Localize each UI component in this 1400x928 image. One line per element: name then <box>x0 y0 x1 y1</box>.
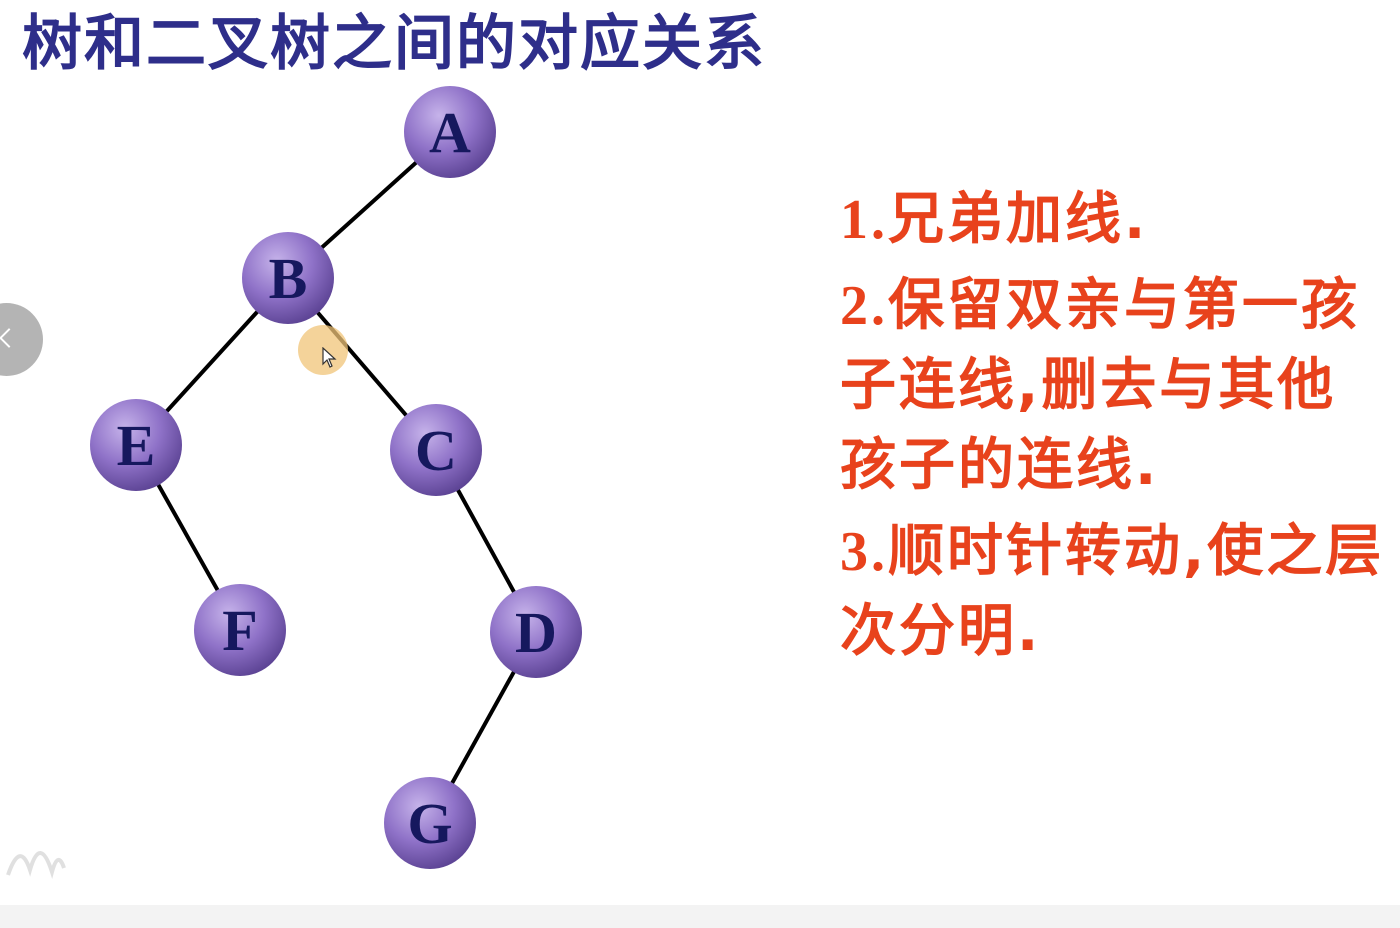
tree-node-g: G <box>384 777 476 869</box>
step-1: 1.兄弟加线. <box>840 180 1390 260</box>
slide: 树和二叉树之间的对应关系 ABECFDG 1.兄弟加线. 2.保留双亲与第一孩子… <box>0 0 1400 905</box>
tree-edges <box>134 130 538 824</box>
tree-node-e: E <box>90 399 182 491</box>
step-text: 兄弟加线. <box>888 187 1149 252</box>
watermark-logo-icon <box>6 851 66 879</box>
tree-node-f: F <box>194 584 286 676</box>
tree-node-c: C <box>390 404 482 496</box>
steps-list: 1.兄弟加线. 2.保留双亲与第一孩子连线,删去与其他孩子的连线. 3.顺时针转… <box>840 180 1390 678</box>
step-number: 2. <box>840 275 888 337</box>
tree-node-b: B <box>242 232 334 324</box>
binary-tree-diagram: A B E C F D G <box>90 86 582 869</box>
tree-nodes: A B E C F D G <box>90 86 582 869</box>
tree-node-label: C <box>415 418 457 483</box>
step-number: 1. <box>840 189 888 251</box>
tree-node-label: B <box>269 246 308 311</box>
tree-node-a: A <box>404 86 496 178</box>
tree-node-label: F <box>222 598 257 663</box>
tree-node-d: D <box>490 586 582 678</box>
bottom-bar <box>0 905 1400 928</box>
chevron-left-icon <box>0 328 19 348</box>
step-3: 3.顺时针转动,使之层次分明. <box>840 512 1390 672</box>
mouse-cursor-icon <box>322 347 337 368</box>
step-2: 2.保留双亲与第一孩子连线,删去与其他孩子的连线. <box>840 266 1390 506</box>
tree-node-label: E <box>117 413 156 478</box>
tree-node-label: A <box>429 100 471 165</box>
step-text: 保留双亲与第一孩子连线,删去与其他孩子的连线. <box>840 273 1360 498</box>
step-text: 顺时针转动,使之层次分明. <box>840 519 1385 664</box>
step-number: 3. <box>840 521 888 583</box>
tree-node-label: G <box>407 791 452 856</box>
tree-node-label: D <box>515 600 557 665</box>
